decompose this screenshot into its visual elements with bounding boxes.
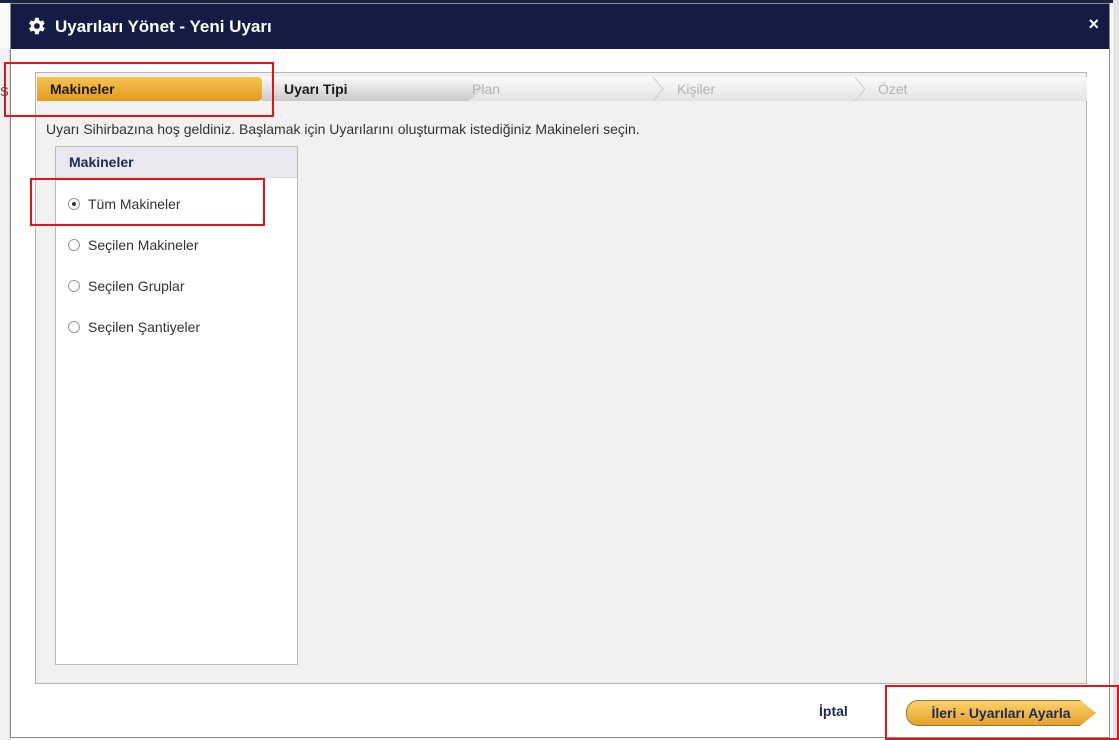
background-letter: S [0,84,9,99]
wizard-content: Makineler Uyarı Tipi Plan Kişiler Özet U… [35,72,1087,684]
machines-panel-header: Makineler [56,147,297,178]
radio-button-icon[interactable] [68,239,80,252]
background-left-edge [0,48,10,740]
option-all-machines[interactable]: Tüm Makineler [68,194,181,214]
cancel-link[interactable]: İptal [819,703,848,719]
steps-track [456,77,1087,101]
step-separator-icon [652,77,664,101]
step-separator-icon [854,77,866,101]
step-machines[interactable]: Makineler [37,77,275,101]
option-label: Seçilen Gruplar [88,278,185,294]
dialog-titlebar: Uyarıları Yönet - Yeni Uyarı × [11,4,1109,49]
background-right-edge [1113,0,1119,740]
next-button[interactable]: İleri - Uyarıları Ayarla [906,700,1096,726]
option-label: Tüm Makineler [88,196,181,212]
gear-icon [29,17,45,35]
radio-button-icon[interactable] [68,280,80,293]
option-label: Seçilen Şantiyeler [88,319,201,335]
dialog-title: Uyarıları Yönet - Yeni Uyarı [55,17,272,36]
close-icon[interactable]: × [1088,14,1099,35]
intro-text: Uyarı Sihirbazına hoş geldiniz. Başlamak… [46,121,640,137]
step-summary: Özet [878,81,908,97]
step-alert-type[interactable]: Uyarı Tipi [262,77,484,101]
radio-button-icon[interactable] [68,198,80,211]
option-label: Seçilen Makineler [88,237,199,253]
step-plan: Plan [472,81,501,97]
wizard-steps: Makineler Uyarı Tipi Plan Kişiler Özet [36,73,1087,106]
new-alert-dialog: Uyarıları Yönet - Yeni Uyarı × Makineler… [10,3,1110,738]
option-selected-sites[interactable]: Seçilen Şantiyeler [68,317,200,337]
machines-panel: Makineler Tüm Makineler Seçilen Makinele… [55,146,298,665]
step-contacts: Kişiler [677,81,716,97]
option-selected-groups[interactable]: Seçilen Gruplar [68,276,185,296]
option-selected-machines[interactable]: Seçilen Makineler [68,235,199,255]
radio-button-icon[interactable] [68,321,80,334]
